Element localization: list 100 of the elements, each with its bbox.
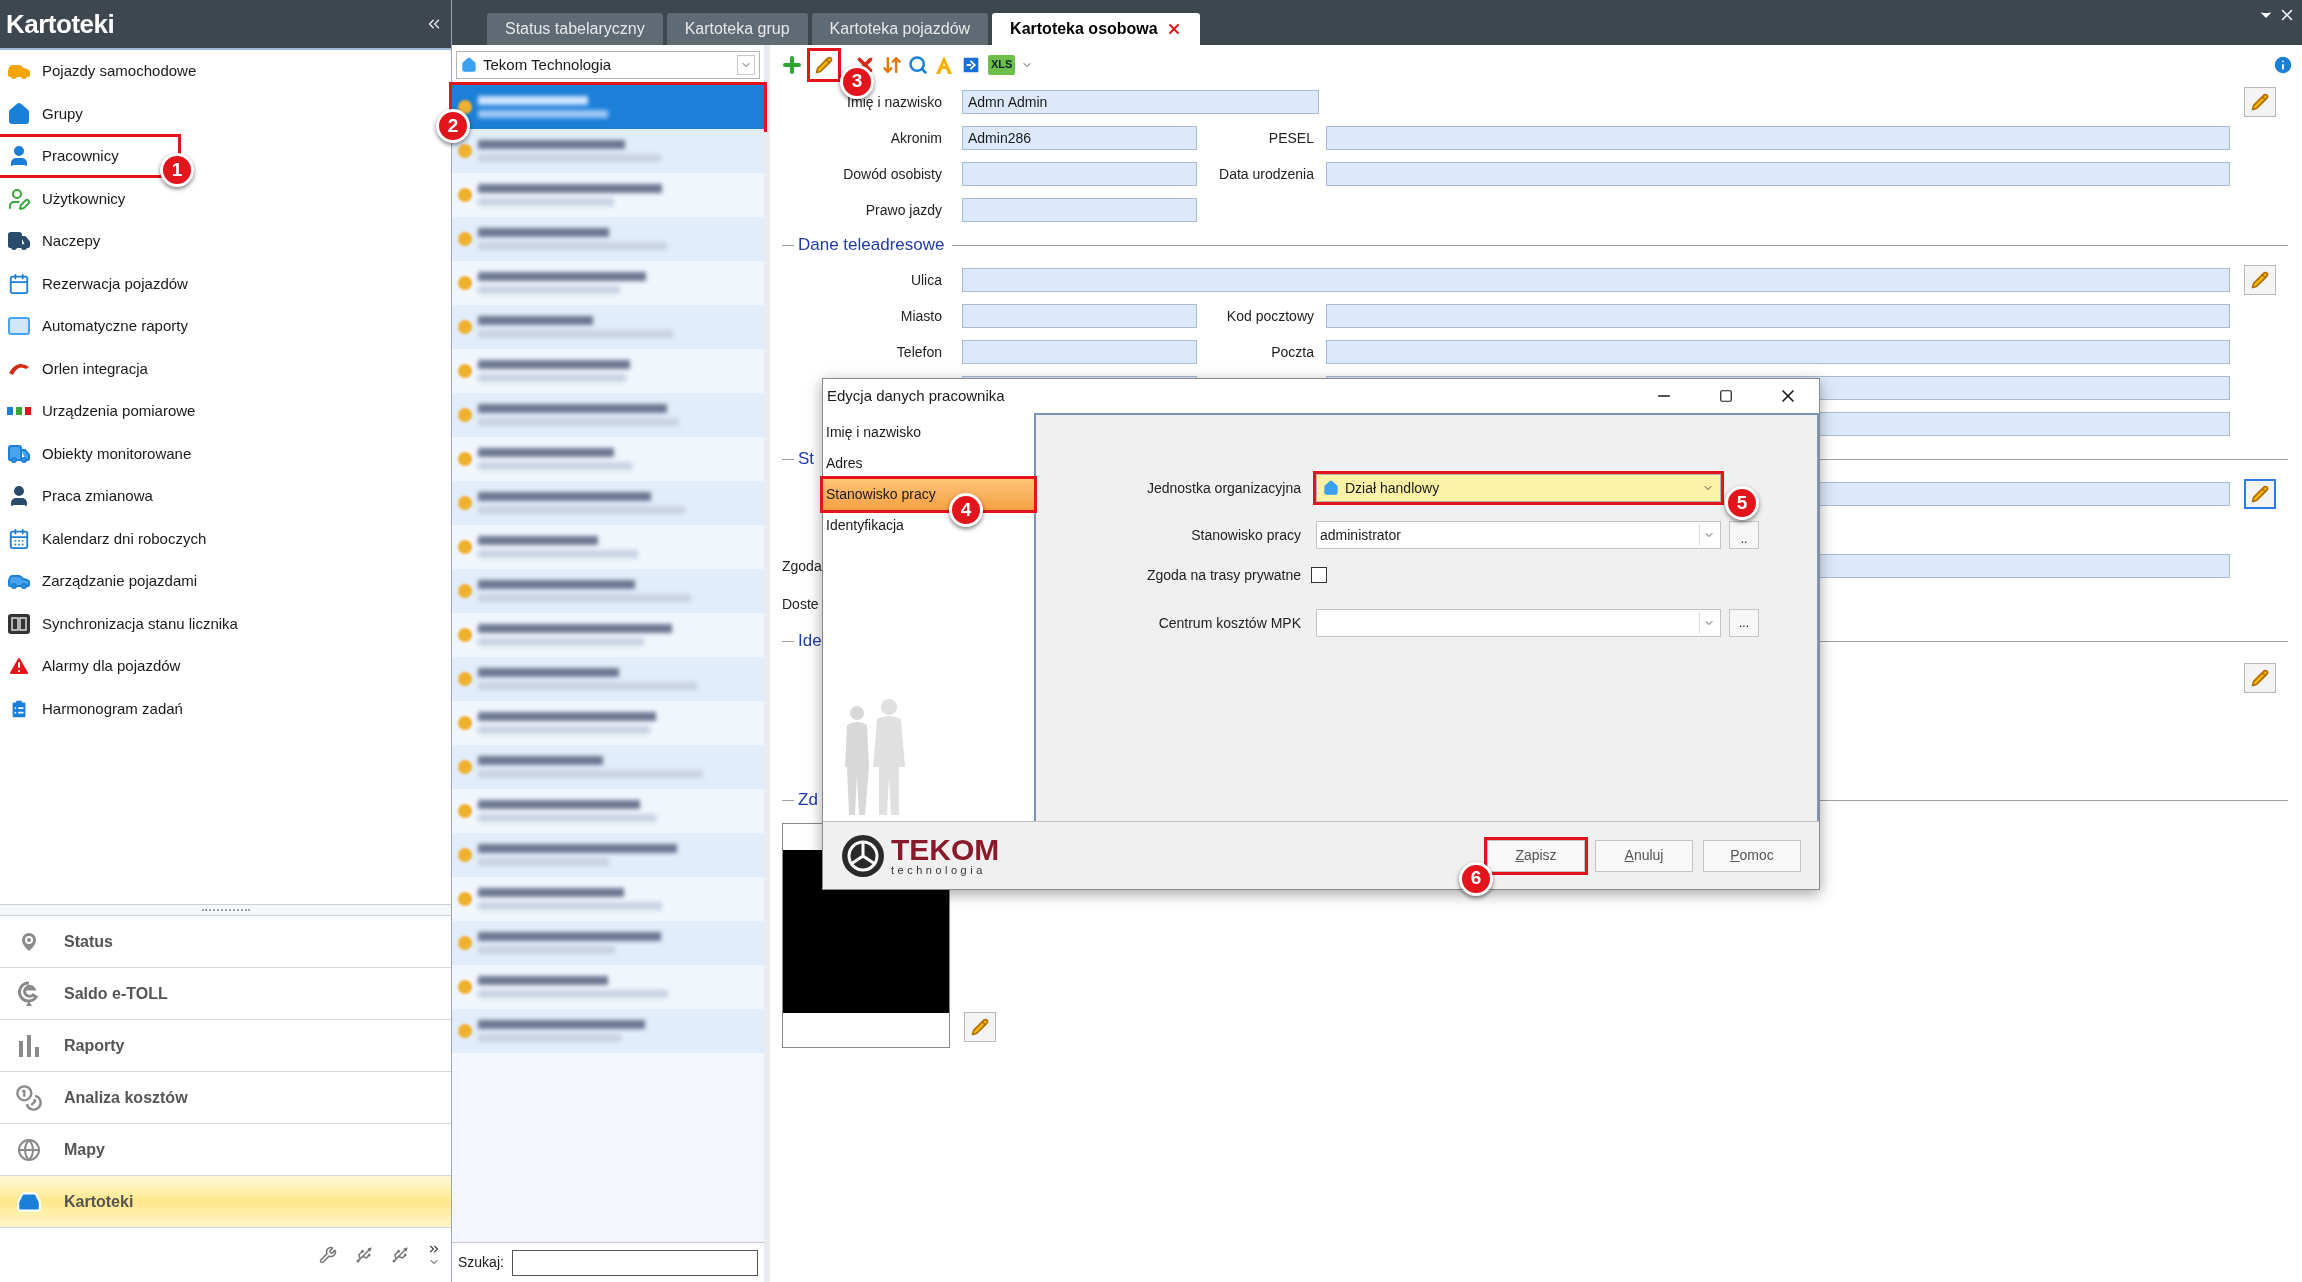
- company-dropdown[interactable]: Tekom Technologia: [456, 51, 760, 79]
- field-label: PESEL: [1268, 128, 1314, 148]
- employee-row[interactable]: [452, 393, 764, 437]
- nav-item[interactable]: Kalendarz dni roboczych: [0, 519, 219, 558]
- street-field[interactable]: [962, 268, 2230, 292]
- dialog-nav-item[interactable]: Imię i nazwisko: [823, 417, 1034, 448]
- employee-row[interactable]: [452, 217, 764, 261]
- field-label: Centrum kosztów MPK: [1158, 613, 1301, 633]
- field-label: Poczta: [1271, 342, 1314, 362]
- acronym-field[interactable]: Admin286: [962, 126, 1197, 150]
- field-label: Doste: [782, 594, 819, 614]
- counter-icon: [8, 613, 30, 634]
- callout-badge: 6: [1459, 861, 1493, 896]
- tab[interactable]: Kartoteka grup: [666, 13, 808, 45]
- home-icon: [461, 57, 477, 73]
- employee-row[interactable]: [452, 1009, 764, 1053]
- nav-item[interactable]: Rezerwacja pojazdów: [0, 264, 200, 303]
- pencil-icon: [971, 1018, 989, 1036]
- section-title: St: [798, 448, 815, 471]
- employee-row[interactable]: [452, 745, 764, 789]
- post-office-field[interactable]: [1326, 340, 2230, 364]
- field-label: Zgoda: [782, 556, 822, 576]
- home-icon: [7, 101, 31, 126]
- license-field[interactable]: [962, 198, 1197, 222]
- field-label: Prawo jazdy: [865, 200, 942, 220]
- tab[interactable]: Kartoteka pojazdów: [811, 13, 989, 45]
- search-field[interactable]: [511, 1249, 758, 1276]
- name-field[interactable]: Admn Admin: [962, 90, 1319, 114]
- employee-row[interactable]: [452, 921, 764, 965]
- pencil-icon: [815, 55, 833, 74]
- unit-dropdown[interactable]: Dział handlowy: [1316, 474, 1721, 502]
- edit-button[interactable]: [2244, 87, 2276, 117]
- nav-item[interactable]: Orlen integracja: [0, 349, 160, 388]
- nav-item[interactable]: Harmonogram zadań: [0, 689, 195, 728]
- employee-row[interactable]: [452, 569, 764, 613]
- colored-bars-icon: [7, 406, 31, 417]
- edit-button[interactable]: [810, 50, 838, 79]
- callout-badge: 1: [160, 153, 194, 187]
- tab[interactable]: Kartoteka osobowa: [992, 13, 1200, 45]
- birth-date-field[interactable]: [1326, 162, 2230, 186]
- nav-item[interactable]: Użytkownicy: [0, 179, 138, 218]
- section-title: Zd: [798, 789, 818, 812]
- field-label: Ulica: [910, 270, 942, 290]
- employee-row[interactable]: [452, 833, 764, 877]
- field-label: Data urodzenia: [1219, 164, 1314, 184]
- edit-button[interactable]: [2244, 265, 2276, 295]
- logo-name: TEKOM: [891, 835, 1000, 865]
- field-label: Kod pocztowy: [1226, 306, 1314, 326]
- edit-button[interactable]: [964, 1012, 996, 1042]
- sort-arrows-icon[interactable]: [882, 54, 902, 75]
- splitter-grip-icon[interactable]: [201, 908, 250, 912]
- nav-item[interactable]: Pojazdy samochodowe: [0, 52, 209, 91]
- nav-item[interactable]: Alarmy dla pojazdów: [0, 647, 193, 686]
- callout-badge: 4: [949, 493, 983, 527]
- field-label: Akronim: [890, 128, 942, 148]
- nav-item[interactable]: Obiekty monitorowane: [0, 434, 204, 473]
- browse-button[interactable]: ...: [1729, 609, 1759, 637]
- usb-icon[interactable]: [355, 1246, 373, 1264]
- calendar-icon: [8, 272, 30, 295]
- field-label: Jednostka organizacyjna: [1146, 478, 1301, 498]
- field-label: Miasto: [900, 306, 942, 326]
- logo-icon: [841, 833, 885, 878]
- pencil-icon: [2251, 271, 2269, 289]
- browse-button[interactable]: ..: [1729, 521, 1759, 549]
- dialog-button[interactable]: Anuluj: [1595, 839, 1693, 872]
- logo-tagline: technologia: [891, 865, 987, 876]
- usb-icon[interactable]: [391, 1246, 409, 1264]
- nav-item[interactable]: Praca zmianowa: [0, 477, 165, 516]
- dialog-button[interactable]: Pomoc: [1703, 839, 1801, 872]
- pencil-icon: [2251, 485, 2269, 503]
- nav-item[interactable]: Grupy: [0, 94, 95, 133]
- export-button[interactable]: XLS: [988, 54, 1016, 75]
- dialog-nav-item[interactable]: Adres: [823, 448, 1034, 479]
- id-card-field[interactable]: [962, 162, 1197, 186]
- nav-item[interactable]: Naczepy: [0, 222, 113, 261]
- postcode-field[interactable]: [1326, 304, 2230, 328]
- module-button[interactable]: Kartoteki: [0, 1176, 451, 1228]
- nav-item[interactable]: Synchronizacja stanu licznika: [0, 604, 250, 643]
- employee-row[interactable]: [452, 481, 764, 525]
- dialog-button[interactable]: Zapisz: [1487, 839, 1585, 872]
- pesel-field[interactable]: [1326, 126, 2230, 150]
- employee-row[interactable]: [452, 657, 764, 701]
- nav-item[interactable]: Zarządzanie pojazdami: [0, 562, 210, 601]
- search-label: Szukaj:: [458, 1253, 504, 1272]
- info-icon[interactable]: [2272, 53, 2294, 76]
- nav-item[interactable]: Urządzenia pomiarowe: [0, 392, 208, 431]
- edit-button[interactable]: [2244, 479, 2276, 509]
- edit-button[interactable]: [2244, 663, 2276, 693]
- consent-checkbox[interactable]: [1311, 567, 1327, 583]
- employee-row[interactable]: [452, 305, 764, 349]
- position-dropdown[interactable]: administrator: [1316, 521, 1721, 549]
- phone-field[interactable]: [962, 340, 1197, 364]
- tab[interactable]: Status tabelaryczny: [487, 13, 663, 45]
- field-label: Dowód osobisty: [843, 164, 942, 184]
- search-icon[interactable]: [908, 54, 928, 75]
- dialog-title: Edycja danych pracownika: [827, 385, 1006, 406]
- city-field[interactable]: [962, 304, 1197, 328]
- wrench-icon[interactable]: [319, 1246, 337, 1264]
- nav-item[interactable]: Automatyczne raporty: [0, 307, 200, 346]
- field-label: Telefon: [896, 342, 942, 362]
